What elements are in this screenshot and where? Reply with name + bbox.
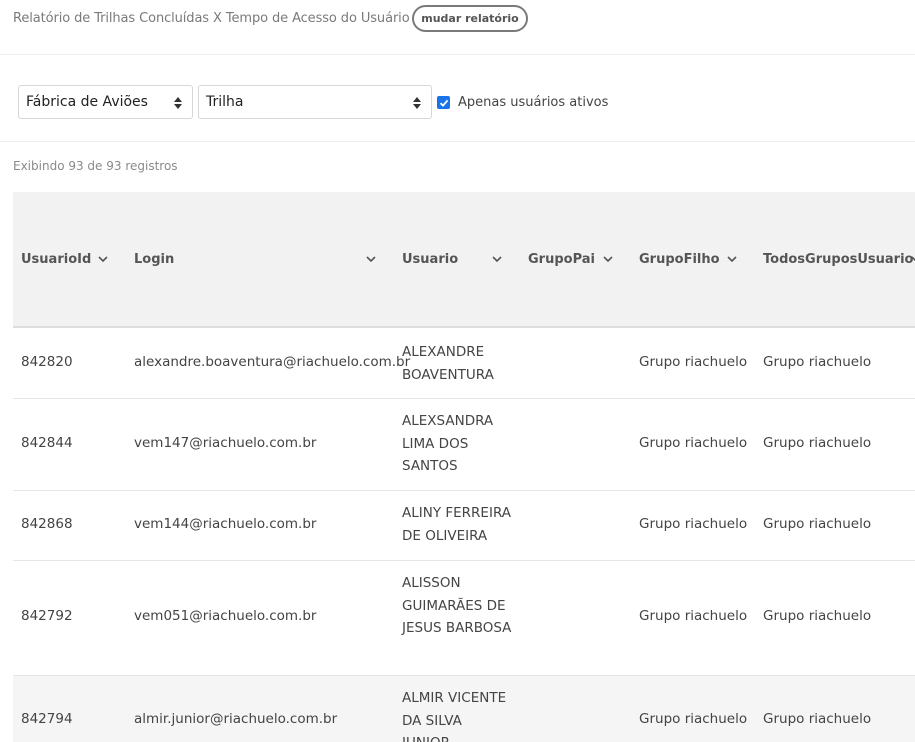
column-header-label: TodosGruposUsuario [763, 251, 914, 267]
table-header: UsuarioId Login Usuario GrupoPai GrupoFi… [13, 192, 915, 328]
cell-todosgrupos: Grupo riachuelo [763, 711, 872, 727]
column-header-usuarioid[interactable]: UsuarioId [21, 192, 108, 326]
column-header-grupofilho[interactable]: GrupoFilho [639, 192, 737, 326]
table-row[interactable]: 842794 almir.junior@riachuelo.com.br ALM… [13, 676, 915, 742]
cell-usuario: ALEXANDRE BOAVENTURA [402, 344, 494, 383]
column-header-label: Usuario [402, 251, 459, 267]
table-row[interactable]: 842868 vem144@riachuelo.com.br ALINY FER… [13, 491, 915, 561]
fabrica-select[interactable]: Fábrica de Aviões [18, 85, 193, 119]
select-arrows-icon [413, 97, 421, 109]
cell-usuarioid: 842868 [21, 516, 73, 532]
records-count: Exibindo 93 de 93 registros [13, 159, 178, 173]
cell-login: alexandre.boaventura@riachuelo.com.br [134, 354, 411, 370]
cell-usuario: ALISSON GUIMARÃES DE JESUS BARBOSA [402, 575, 512, 636]
cell-grupofilho: Grupo riachuelo [639, 516, 748, 532]
column-header-label: UsuarioId [21, 251, 92, 267]
column-header-grupopai[interactable]: GrupoPai [528, 192, 613, 326]
cell-grupofilho: Grupo riachuelo [639, 711, 748, 727]
active-users-checkbox[interactable] [437, 96, 450, 109]
cell-todosgrupos: Grupo riachuelo [763, 435, 872, 451]
filter-bar: Fábrica de Aviões Trilha Apenas usuários… [0, 54, 915, 142]
cell-usuario: ALEXSANDRA LIMA DOS SANTOS [402, 413, 494, 474]
chevron-down-icon [366, 256, 376, 262]
cell-usuarioid: 842794 [21, 711, 73, 727]
trilha-select-value: Trilha [206, 94, 244, 110]
active-users-filter: Apenas usuários ativos [437, 95, 608, 110]
trilha-select[interactable]: Trilha [198, 85, 432, 119]
cell-usuario: ALINY FERREIRA DE OLIVEIRA [402, 505, 512, 544]
column-header-label: GrupoPai [528, 251, 595, 267]
report-title: Relatório de Trilhas Concluídas X Tempo … [13, 11, 410, 26]
cell-grupofilho: Grupo riachuelo [639, 354, 748, 370]
cell-login: vem051@riachuelo.com.br [134, 608, 317, 624]
cell-grupofilho: Grupo riachuelo [639, 435, 748, 451]
checkmark-icon [439, 99, 448, 107]
column-header-login[interactable]: Login [134, 192, 376, 326]
column-header-label: Login [134, 251, 175, 267]
cell-usuarioid: 842820 [21, 354, 73, 370]
column-header-label: GrupoFilho [639, 251, 720, 267]
report-header: Relatório de Trilhas Concluídas X Tempo … [0, 0, 915, 55]
cell-todosgrupos: Grupo riachuelo [763, 608, 872, 624]
cell-grupofilho: Grupo riachuelo [639, 608, 748, 624]
cell-usuario: ALMIR VICENTE DA SILVA JUNIOR [402, 690, 507, 742]
chevron-down-icon [492, 256, 502, 262]
column-header-usuario[interactable]: Usuario [402, 192, 502, 326]
table-row[interactable]: 842792 vem051@riachuelo.com.br ALISSON G… [13, 561, 915, 676]
chevron-down-icon [603, 256, 613, 262]
chevron-down-icon [98, 256, 108, 262]
cell-usuarioid: 842844 [21, 435, 73, 451]
cell-login: vem147@riachuelo.com.br [134, 435, 317, 451]
fabrica-select-value: Fábrica de Aviões [26, 94, 148, 110]
cell-login: vem144@riachuelo.com.br [134, 516, 317, 532]
column-header-todosgruposusuario[interactable]: TodosGruposUsuario [763, 192, 915, 326]
cell-login: almir.junior@riachuelo.com.br [134, 711, 338, 727]
change-report-button[interactable]: mudar relatório [412, 5, 528, 32]
cell-usuarioid: 842792 [21, 608, 73, 624]
cell-todosgrupos: Grupo riachuelo [763, 516, 872, 532]
select-arrows-icon [174, 97, 182, 109]
chevron-down-icon [727, 256, 737, 262]
table-row[interactable]: 842844 vem147@riachuelo.com.br ALEXSANDR… [13, 399, 915, 491]
chevron-down-icon [911, 256, 915, 262]
active-users-label: Apenas usuários ativos [458, 95, 609, 110]
users-table: UsuarioId Login Usuario GrupoPai GrupoFi… [13, 192, 915, 742]
cell-todosgrupos: Grupo riachuelo [763, 354, 872, 370]
table-row[interactable]: 842820 alexandre.boaventura@riachuelo.co… [13, 328, 915, 399]
